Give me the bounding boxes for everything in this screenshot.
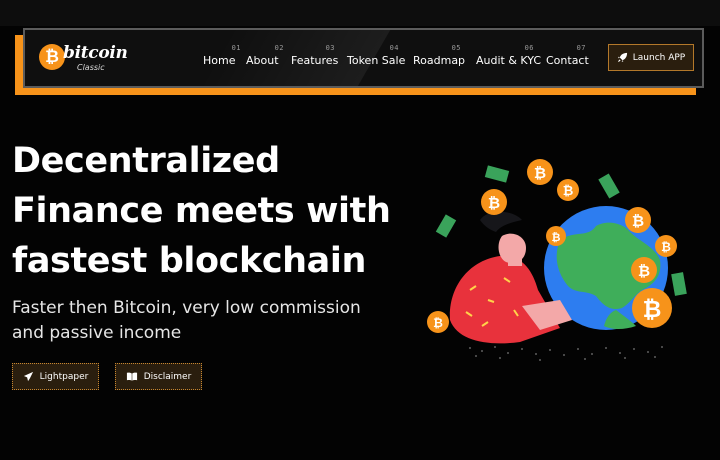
nav-item-label: Contact bbox=[546, 54, 589, 67]
nav-item-label: Roadmap bbox=[413, 54, 466, 67]
nav-item-label: Token Sale bbox=[347, 54, 406, 67]
nav-item-label: Features bbox=[291, 54, 339, 67]
hero-illustration: ₿ ₿ ₿ ₿ ₿ ₿ ₿ ₿ ₿ bbox=[427, 159, 687, 361]
top-strip bbox=[0, 0, 720, 26]
paper-plane-icon bbox=[23, 371, 33, 382]
brand-subtitle: Classic bbox=[77, 63, 105, 72]
hero-subheadline-line: Faster then Bitcoin, very low commission bbox=[12, 298, 361, 318]
svg-text:₿: ₿ bbox=[661, 240, 671, 254]
svg-text:₿: ₿ bbox=[534, 164, 546, 182]
launch-app-button[interactable]: Launch APP bbox=[608, 44, 694, 71]
nav-item-number: 04 bbox=[389, 44, 399, 52]
top-navbar: ₿ bitcoin Classic 01 Home 02 About 03 Fe… bbox=[23, 28, 704, 88]
hero-subheadline: Faster then Bitcoin, very low commission… bbox=[12, 296, 382, 346]
svg-text:₿: ₿ bbox=[638, 262, 650, 280]
svg-text:₿: ₿ bbox=[552, 231, 561, 244]
nav-item-label: About bbox=[246, 54, 279, 67]
svg-text:₿: ₿ bbox=[632, 212, 644, 230]
nav-item-contact[interactable]: 07 Contact bbox=[546, 44, 589, 74]
lightpaper-button[interactable]: Lightpaper bbox=[12, 363, 99, 390]
disclaimer-label: Disclaimer bbox=[143, 371, 192, 382]
bitcoin-coin-icon: ₿ bbox=[39, 44, 65, 70]
nav-item-home[interactable]: 01 Home bbox=[203, 44, 241, 74]
rocket-icon bbox=[617, 52, 627, 63]
nav-item-label: Audit & KYC bbox=[476, 54, 542, 67]
lightpaper-label: Lightpaper bbox=[39, 371, 89, 382]
ground-speckle bbox=[469, 346, 663, 361]
nav-item-number: 05 bbox=[451, 44, 461, 52]
brand-logo[interactable]: ₿ bitcoin Classic bbox=[39, 42, 139, 76]
hero-headline-line: fastest blockchain bbox=[12, 241, 367, 281]
launch-app-label: Launch APP bbox=[632, 52, 686, 63]
book-icon bbox=[126, 372, 137, 381]
svg-text:₿: ₿ bbox=[433, 316, 443, 330]
nav-item-about[interactable]: 02 About bbox=[246, 44, 284, 74]
nav-item-number: 02 bbox=[274, 44, 284, 52]
brand-name: bitcoin bbox=[63, 43, 128, 63]
disclaimer-button[interactable]: Disclaimer bbox=[115, 363, 202, 390]
hero-headline-line: Finance meets with bbox=[12, 191, 391, 231]
nav-item-features[interactable]: 03 Features bbox=[291, 44, 339, 74]
hero-subheadline-line: and passive income bbox=[12, 323, 182, 343]
hero-headline: Decentralized Finance meets with fastest… bbox=[12, 136, 392, 286]
nav-item-audit-kyc[interactable]: 06 Audit & KYC bbox=[476, 44, 542, 74]
svg-text:₿: ₿ bbox=[563, 184, 574, 199]
svg-text:₿: ₿ bbox=[643, 297, 662, 323]
nav-item-number: 06 bbox=[524, 44, 534, 52]
nav-item-number: 03 bbox=[325, 44, 335, 52]
nav-item-token-sale[interactable]: 04 Token Sale bbox=[347, 44, 406, 74]
nav-item-roadmap[interactable]: 05 Roadmap bbox=[413, 44, 466, 74]
nav-item-number: 01 bbox=[231, 44, 241, 52]
svg-text:₿: ₿ bbox=[488, 194, 500, 212]
hero-headline-line: Decentralized bbox=[12, 141, 280, 181]
nav-item-label: Home bbox=[203, 54, 236, 67]
nav-item-number: 07 bbox=[576, 44, 586, 52]
